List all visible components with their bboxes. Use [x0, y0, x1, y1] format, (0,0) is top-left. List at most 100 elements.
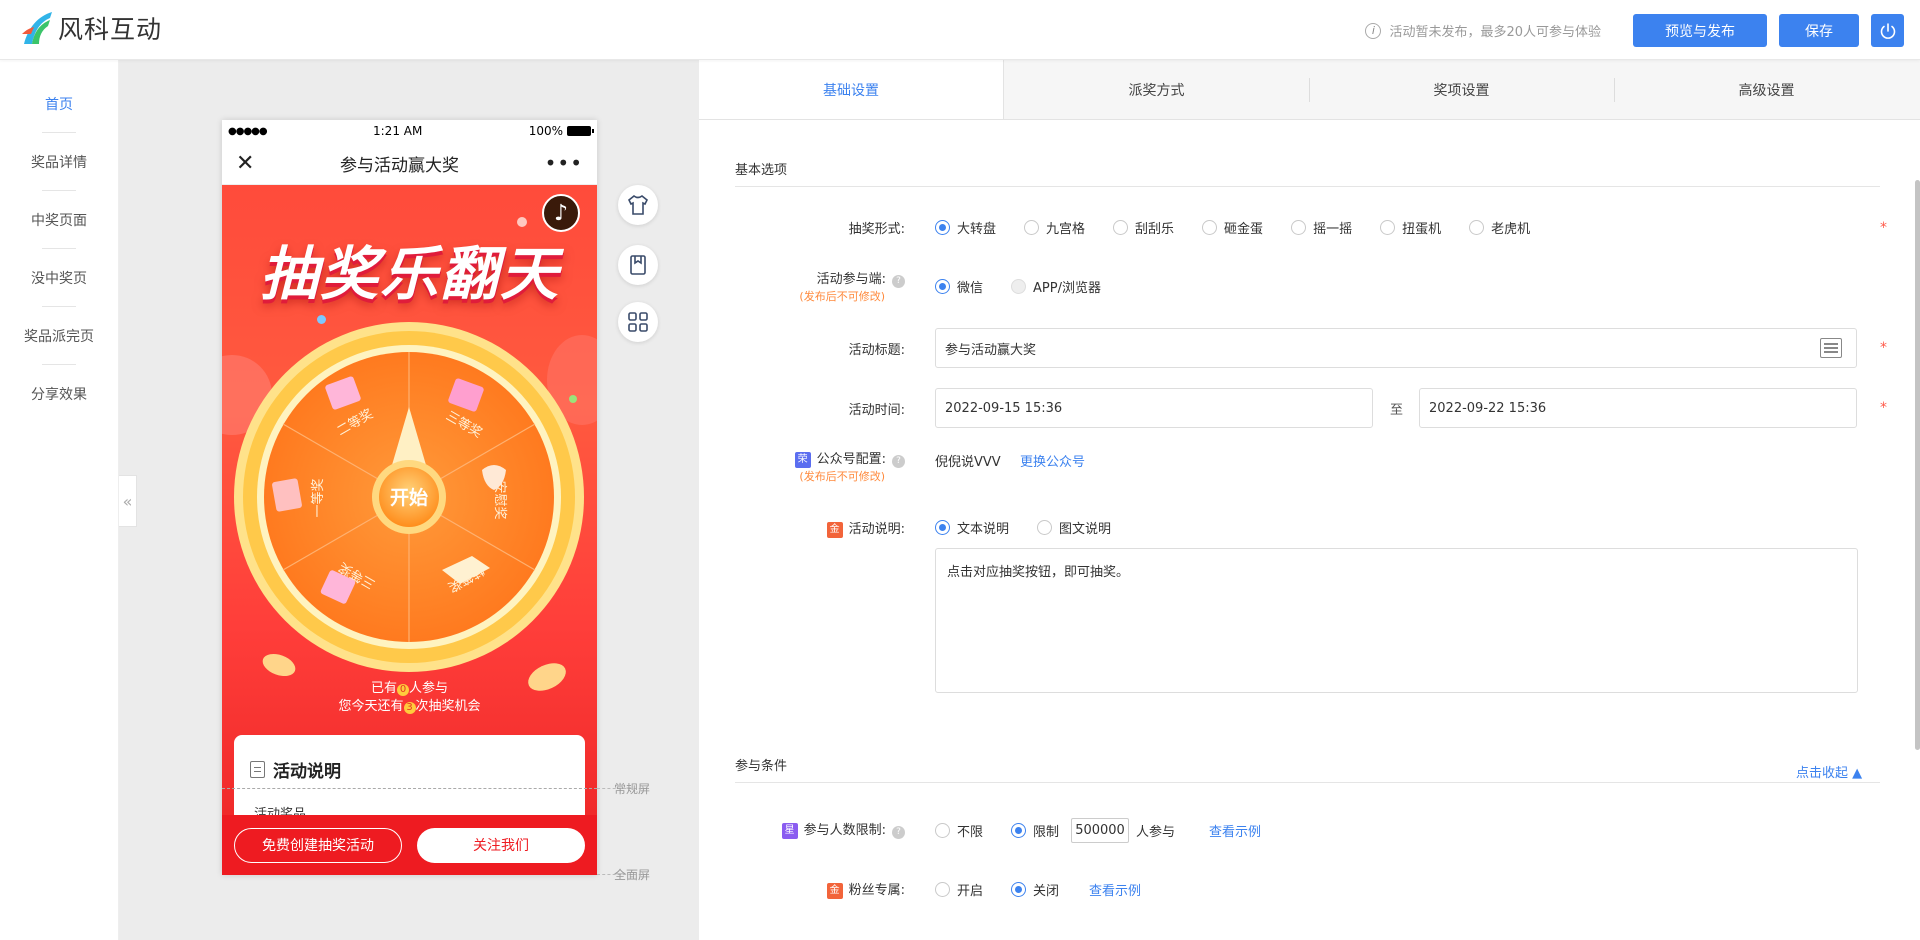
notice-text: 活动暂未发布，最多20人可参与体验: [1389, 25, 1601, 40]
tab-basic-settings[interactable]: 基础设置: [699, 60, 1004, 119]
more-icon[interactable]: •••: [545, 151, 583, 175]
radio-platform-app: APP/浏览器: [1011, 277, 1101, 296]
logout-button[interactable]: [1871, 14, 1904, 47]
create-lottery-button[interactable]: 免费创建抽奖活动: [234, 827, 402, 863]
limit-example-link[interactable]: 查看示例: [1209, 821, 1261, 840]
settings-panel: 基础设置 派奖方式 奖项设置 高级设置 基本选项 抽奖形式: 大转盘 九宫格 刮…: [699, 60, 1920, 940]
top-bar: 风科互动 i 活动暂未发布，最多20人可参与体验 预览与发布 保存: [0, 0, 1920, 60]
fans-example-link[interactable]: 查看示例: [1089, 880, 1141, 899]
components-tool-button[interactable]: [618, 302, 658, 342]
help-icon[interactable]: ?: [892, 275, 905, 288]
fans-badge: 金: [826, 882, 843, 899]
wheel-start-label[interactable]: 开始: [390, 486, 428, 509]
battery-percent: 100%: [528, 124, 563, 138]
activity-title-input[interactable]: 参与活动赢大奖: [935, 328, 1857, 368]
collapse-sidebar-button[interactable]: «: [119, 475, 137, 527]
required-mark: *: [1880, 220, 1887, 236]
participant-limit-label: 星参与人数限制:?: [781, 819, 905, 839]
activity-description-textarea[interactable]: 点击对应抽奖按钮，即可抽奖。: [935, 548, 1858, 693]
radio-desc-text[interactable]: 文本说明: [935, 518, 1009, 537]
radio-fans-off[interactable]: 关闭: [1011, 880, 1059, 899]
tab-prize-settings[interactable]: 奖项设置: [1309, 60, 1614, 119]
radio-lottery-wheel[interactable]: 大转盘: [935, 218, 996, 237]
radio-desc-rich[interactable]: 图文说明: [1037, 518, 1111, 537]
official-account-row: 荣公众号配置:? (发布后不可修改) 倪倪说VVV 更换公众号: [735, 448, 1885, 488]
description-title: 活动说明: [273, 762, 341, 782]
lottery-hero: ♪ 抽奖乐翻天 三等奖 安慰奖 三等奖 一等奖 二等奖 开始 已有 0 人参与 …: [222, 185, 597, 815]
radio-lottery-egg[interactable]: 砸金蛋: [1202, 218, 1263, 237]
participants-count: 0: [397, 684, 409, 696]
nav-item-prize-details[interactable]: 奖品详情: [0, 133, 118, 191]
nav-item-share-effect[interactable]: 分享效果: [0, 365, 118, 423]
radio-limit-set[interactable]: 限制: [1011, 821, 1059, 840]
close-icon[interactable]: ✕: [236, 151, 254, 176]
end-time-input[interactable]: 2022-09-22 15:36: [1419, 388, 1857, 428]
phone-title-bar: ✕ 参与活动赢大奖 •••: [222, 142, 597, 185]
status-time: 1:21 AM: [373, 124, 423, 138]
tab-prize-distribution[interactable]: 派奖方式: [1004, 60, 1309, 119]
activity-title-row: 活动标题: 参与活动赢大奖 *: [735, 328, 1887, 368]
double-chevron-left-icon: «: [122, 491, 133, 511]
radio-lottery-slot[interactable]: 老虎机: [1469, 218, 1530, 237]
change-official-account-link[interactable]: 更换公众号: [1020, 451, 1085, 470]
section-conditions: 参与条件: [735, 759, 788, 774]
start-time-input[interactable]: 2022-09-15 15:36: [935, 388, 1373, 428]
brand-logo[interactable]: 风科互动: [20, 10, 162, 46]
activity-time-row: 活动时间: 2022-09-15 15:36 至 2022-09-22 15:3…: [735, 388, 1887, 428]
prize-wheel: 三等奖 安慰奖 特等奖 三等奖 一等奖 二等奖 开始: [234, 322, 584, 672]
brand-name: 风科互动: [58, 15, 163, 44]
settings-tabs: 基础设置 派奖方式 奖项设置 高级设置: [699, 60, 1920, 120]
participation-stats: 已有 0 人参与 您今天还有 3 次抽奖机会: [338, 681, 481, 714]
collapse-section-link[interactable]: 点击收起 ▲: [1796, 762, 1862, 781]
radio-lottery-shake[interactable]: 摇一摇: [1291, 218, 1352, 237]
preview-publish-button[interactable]: 预览与发布: [1633, 14, 1767, 47]
battery-icon: [567, 126, 594, 136]
logo-icon: [22, 12, 52, 44]
phone-title: 参与活动赢大奖: [340, 155, 460, 176]
lottery-headline: 抽奖乐翻天: [259, 240, 560, 308]
radio-lottery-capsule[interactable]: 扭蛋机: [1380, 218, 1441, 237]
official-badge: 荣: [794, 451, 811, 468]
follow-us-button[interactable]: 关注我们: [417, 827, 585, 863]
grid-icon: [628, 312, 648, 332]
text-format-icon[interactable]: [1820, 338, 1842, 358]
tab-advanced-settings[interactable]: 高级设置: [1614, 60, 1919, 119]
template-tool-button[interactable]: [618, 245, 658, 285]
save-button[interactable]: 保存: [1779, 14, 1859, 47]
info-icon: i: [1365, 22, 1382, 39]
section-divider: [735, 782, 1880, 783]
lottery-form-row: 抽奖形式: 大转盘 九宫格 刮刮乐 砸金蛋 摇一摇 扭蛋机 老虎机 *: [735, 218, 1887, 238]
fans-only-label: 金粉丝专属:: [826, 879, 905, 899]
theme-tool-button[interactable]: [618, 185, 658, 225]
panel-scrollbar[interactable]: [1915, 180, 1920, 750]
required-mark: *: [1880, 340, 1887, 356]
platform-label: 活动参与端:?: [817, 268, 905, 288]
nav-item-win-page[interactable]: 中奖页面: [0, 191, 118, 249]
signal-icon: ●●●●●: [228, 125, 268, 137]
activity-description-row: 金活动说明: 文本说明 图文说明: [735, 518, 1885, 538]
nav-item-lose-page[interactable]: 没中奖页: [0, 249, 118, 307]
shirt-icon: [627, 194, 649, 215]
help-icon[interactable]: ?: [892, 455, 905, 468]
radio-lottery-grid[interactable]: 九宫格: [1024, 218, 1085, 237]
radio-limit-none[interactable]: 不限: [935, 821, 983, 840]
fans-only-row: 金粉丝专属: 开启 关闭 查看示例: [735, 875, 1885, 901]
nav-item-prizes-gone-page[interactable]: 奖品派完页: [0, 307, 118, 365]
activity-description-card: 活动说明 活动奖品: [234, 735, 585, 815]
radio-lottery-scratch[interactable]: 刮刮乐: [1113, 218, 1174, 237]
radio-platform-wechat[interactable]: 微信: [935, 277, 983, 296]
document-icon: [250, 761, 265, 778]
radio-fans-on[interactable]: 开启: [935, 880, 983, 899]
chances-count: 3: [403, 702, 416, 714]
nav-item-home[interactable]: 首页: [0, 75, 118, 133]
activity-description-label: 金活动说明:: [826, 518, 905, 538]
required-mark: *: [1880, 400, 1887, 416]
normal-screen-label: 常规屏: [614, 782, 651, 796]
help-icon[interactable]: ?: [892, 826, 905, 839]
official-account-label: 荣公众号配置:?: [794, 448, 905, 468]
activity-time-label: 活动时间:: [848, 403, 905, 418]
participant-limit-input[interactable]: 500000: [1071, 818, 1130, 843]
platform-note: (发布后不可修改): [799, 290, 885, 303]
full-screen-label: 全面屏: [614, 868, 651, 882]
section-divider: [735, 186, 1880, 187]
